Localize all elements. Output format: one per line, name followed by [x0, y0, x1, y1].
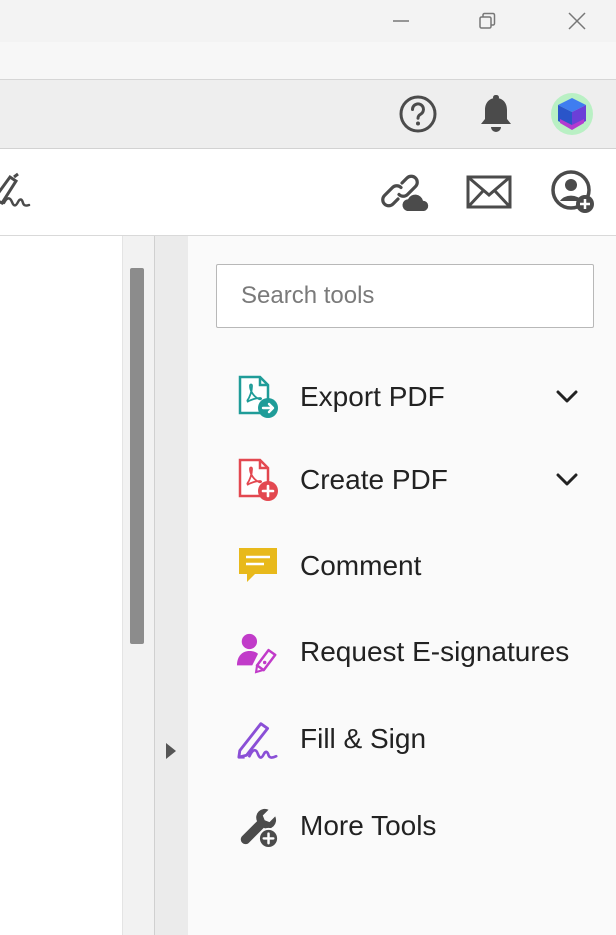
close-icon: [568, 12, 586, 30]
avatar-icon: [551, 93, 593, 135]
tool-fill-sign[interactable]: Fill & Sign: [188, 699, 616, 779]
email-icon: [466, 175, 512, 209]
tool-label: Comment: [300, 550, 422, 581]
chevron-down-icon[interactable]: [554, 384, 580, 410]
tool-label: Fill & Sign: [300, 723, 427, 754]
tool-comment[interactable]: Comment: [188, 526, 616, 606]
bell-icon: [481, 95, 511, 132]
menu-strip: [0, 42, 616, 80]
email-button[interactable]: [464, 169, 514, 215]
title-bar: [0, 0, 616, 42]
toolbar: [0, 149, 616, 236]
tool-more-tools[interactable]: More Tools: [188, 786, 616, 866]
sign-button[interactable]: [0, 169, 34, 215]
search-tools-input[interactable]: [216, 264, 594, 328]
tool-request-esignatures[interactable]: Request E-signatures: [188, 612, 616, 692]
sign-icon: [0, 172, 31, 207]
tool-create-pdf[interactable]: Create PDF: [188, 440, 616, 520]
notifications-button[interactable]: [474, 92, 518, 136]
tool-export-pdf[interactable]: Export PDF: [188, 357, 616, 437]
tool-label: More Tools: [300, 810, 437, 841]
add-user-icon: [551, 170, 594, 213]
expand-right-icon[interactable]: [164, 742, 178, 760]
help-button[interactable]: [396, 92, 440, 136]
minimize-icon: [393, 20, 409, 22]
restore-icon: [479, 12, 496, 29]
pane-collapse-strip[interactable]: [154, 236, 189, 935]
share-link-icon: [381, 174, 429, 211]
close-button[interactable]: [554, 0, 600, 42]
export-pdf-icon: [236, 375, 280, 419]
tool-label: Request E-signatures: [300, 636, 570, 667]
chevron-down-icon[interactable]: [554, 467, 580, 493]
request-esign-icon: [236, 630, 280, 674]
avatar-button[interactable]: [550, 92, 594, 136]
comment-icon: [236, 544, 280, 588]
help-icon: [399, 95, 437, 133]
fill-sign-icon: [236, 717, 280, 761]
more-tools-icon: [236, 804, 280, 849]
document-view[interactable]: [0, 236, 122, 935]
share-link-button[interactable]: [380, 169, 432, 215]
tool-label: Export PDF: [300, 381, 445, 412]
tool-label: Create PDF: [300, 464, 448, 495]
minimize-button[interactable]: [378, 0, 424, 42]
add-user-button[interactable]: [548, 167, 598, 217]
restore-button[interactable]: [464, 0, 510, 42]
app-header: [0, 80, 616, 149]
scrollbar-thumb[interactable]: [130, 268, 144, 644]
create-pdf-icon: [236, 458, 280, 502]
